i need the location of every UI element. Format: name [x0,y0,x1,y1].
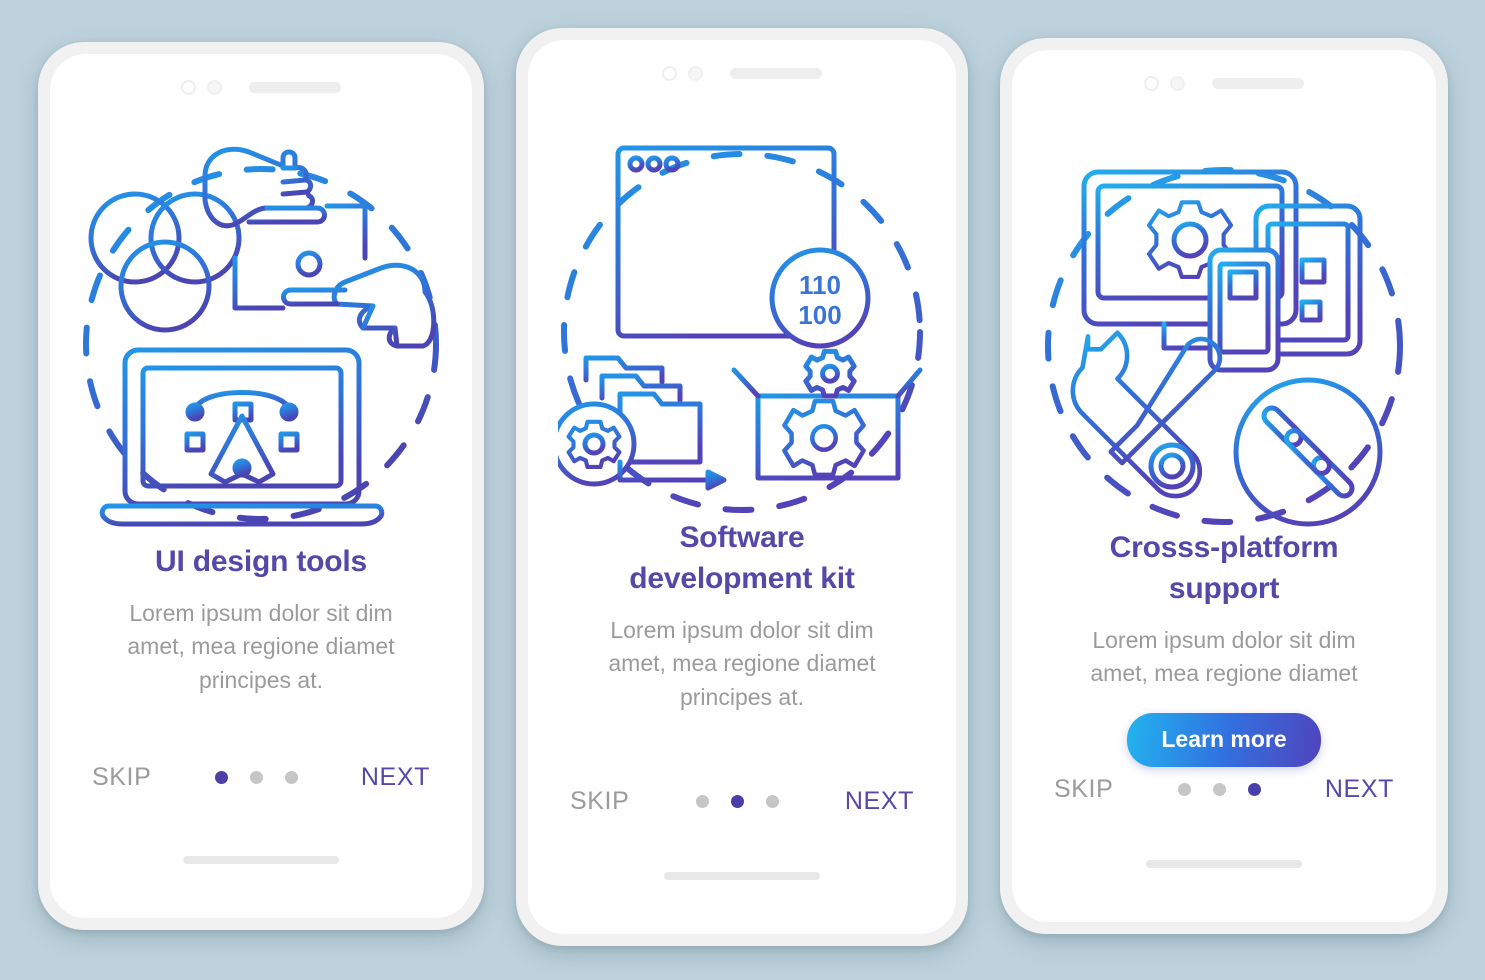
desc-line: principes at. [679,683,804,710]
desc-line: Lorem ipsum dolor sit dim [1092,626,1356,653]
copy-block-1: UI design tools Lorem ipsum dolor sit di… [76,542,446,698]
screen-3: Crosss-platform support Lorem ipsum dolo… [1012,50,1436,922]
pagination-dot[interactable] [214,771,228,784]
camera-icon [662,66,677,81]
pagination-dot[interactable] [765,795,779,808]
footer-nav-3: SKIP NEXT [1054,775,1394,804]
desc-line: Lorem ipsum dolor sit dim [129,599,393,626]
page-title-2: Software development kit [554,518,930,600]
pagination-dots-2 [695,795,779,808]
camera-icon [181,80,196,95]
sensor-icon [688,66,703,81]
copy-block-2: Software development kit Lorem ipsum dol… [554,518,930,714]
title-line: Software [679,521,805,554]
software-development-kit-illustration: 110 100 [558,132,926,532]
pagination-dot[interactable] [1177,783,1191,796]
page-title-3: Crosss-platform support [1038,528,1410,610]
title-line: Crosss-platform [1109,531,1339,564]
binary-top-text: 110 [799,270,841,300]
cross-platform-support-illustration [1040,142,1408,542]
pagination-dot[interactable] [695,795,709,808]
phone-notch-1 [50,80,472,95]
pagination-dot[interactable] [1212,783,1226,796]
desc-line: amet, mea regione diamet [127,633,395,660]
desc-line: Lorem ipsum dolor sit dim [610,616,874,643]
skip-button[interactable]: SKIP [92,763,151,792]
next-button[interactable]: NEXT [1325,775,1394,804]
skip-button[interactable]: SKIP [570,787,629,816]
title-line: UI design tools [154,545,367,578]
speaker-bar [249,82,341,93]
next-button[interactable]: NEXT [845,787,914,816]
next-button[interactable]: NEXT [361,763,430,792]
home-indicator-2 [664,872,820,880]
screen-1: UI design tools Lorem ipsum dolor sit di… [50,54,472,918]
phone-mockup-3: Crosss-platform support Lorem ipsum dolo… [1000,38,1448,934]
camera-icon [1144,76,1159,91]
onboarding-stage: UI design tools Lorem ipsum dolor sit di… [0,0,1485,980]
skip-button[interactable]: SKIP [1054,775,1113,804]
page-description-1: Lorem ipsum dolor sit dim amet, mea regi… [76,597,446,698]
phone-notch-3 [1012,76,1436,91]
page-title-1: UI design tools [76,542,446,583]
pagination-dots-3 [1177,783,1261,796]
pagination-dot[interactable] [1247,783,1261,796]
phone-notch-2 [528,66,956,81]
footer-nav-2: SKIP NEXT [570,787,914,816]
desc-line: amet, mea regione diamet [608,650,876,677]
screen-2: 110 100 Software development kit Lorem i… [528,40,956,934]
sensor-icon [207,80,222,95]
page-description-3: Lorem ipsum dolor sit dim amet, mea regi… [1038,624,1410,691]
footer-nav-1: SKIP NEXT [92,763,430,792]
binary-bottom-text: 100 [798,300,841,330]
speaker-bar [730,68,822,79]
pagination-dot[interactable] [249,771,263,784]
phone-mockup-2: 110 100 Software development kit Lorem i… [516,28,968,946]
sensor-icon [1170,76,1185,91]
title-line: development kit [629,561,855,595]
pagination-dots-1 [214,771,298,784]
cta-wrapper: Learn more [1038,712,1410,767]
pagination-dot[interactable] [730,795,744,808]
desc-line: principes at. [198,666,323,693]
pagination-dot[interactable] [284,771,298,784]
ui-design-tools-illustration [77,146,445,546]
speaker-bar [1212,78,1304,89]
home-indicator-1 [183,856,339,864]
phone-mockup-1: UI design tools Lorem ipsum dolor sit di… [38,42,484,930]
home-indicator-3 [1146,860,1302,868]
learn-more-button[interactable]: Learn more [1127,712,1321,767]
page-description-2: Lorem ipsum dolor sit dim amet, mea regi… [554,614,930,715]
title-line: support [1168,571,1280,605]
desc-line: amet, mea regione diamet [1090,660,1358,687]
copy-block-3: Crosss-platform support Lorem ipsum dolo… [1038,528,1410,767]
